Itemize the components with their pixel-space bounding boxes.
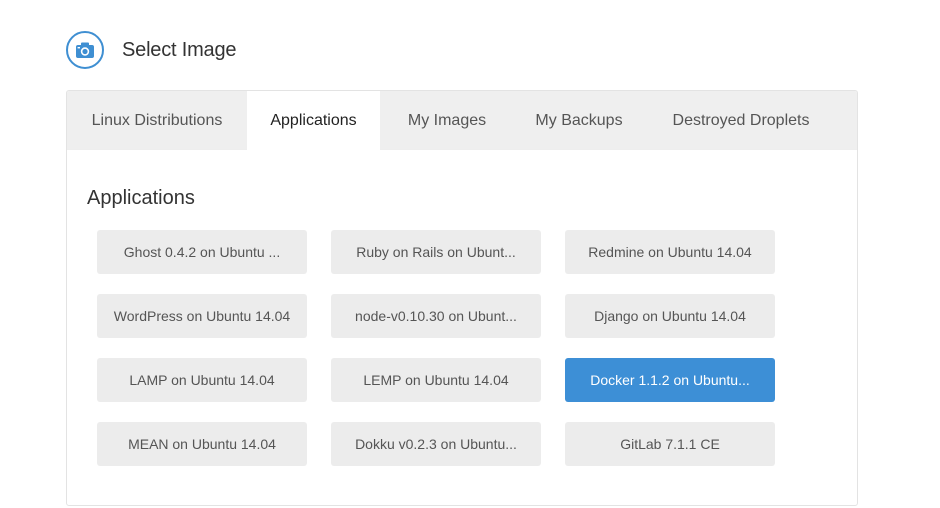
tab-destroyed-droplets[interactable]: Destroyed Droplets [644,91,838,150]
page-title: Select Image [122,38,237,61]
tab-linux-distributions[interactable]: Linux Distributions [67,91,247,150]
application-grid: Ghost 0.4.2 on Ubuntu ... Ruby on Rails … [97,230,775,466]
app-button-mean[interactable]: MEAN on Ubuntu 14.04 [97,422,307,466]
app-button-redmine[interactable]: Redmine on Ubuntu 14.04 [565,230,775,274]
page-header: Select Image [66,29,237,71]
image-selection-panel: Linux Distributions Applications My Imag… [66,90,858,506]
tab-my-backups[interactable]: My Backups [514,91,644,150]
app-button-lemp[interactable]: LEMP on Ubuntu 14.04 [331,358,541,402]
image-type-tabs: Linux Distributions Applications My Imag… [67,91,857,151]
app-button-ruby-on-rails[interactable]: Ruby on Rails on Ubunt... [331,230,541,274]
app-button-node[interactable]: node-v0.10.30 on Ubunt... [331,294,541,338]
app-button-lamp[interactable]: LAMP on Ubuntu 14.04 [97,358,307,402]
app-button-dokku[interactable]: Dokku v0.2.3 on Ubuntu... [331,422,541,466]
app-button-wordpress[interactable]: WordPress on Ubuntu 14.04 [97,294,307,338]
camera-icon [66,31,104,69]
tab-applications[interactable]: Applications [247,91,380,151]
app-button-django[interactable]: Django on Ubuntu 14.04 [565,294,775,338]
tab-my-images[interactable]: My Images [380,91,514,150]
app-button-gitlab[interactable]: GitLab 7.1.1 CE [565,422,775,466]
app-button-ghost[interactable]: Ghost 0.4.2 on Ubuntu ... [97,230,307,274]
section-title: Applications [87,187,195,209]
app-button-docker[interactable]: Docker 1.1.2 on Ubuntu... [565,358,775,402]
